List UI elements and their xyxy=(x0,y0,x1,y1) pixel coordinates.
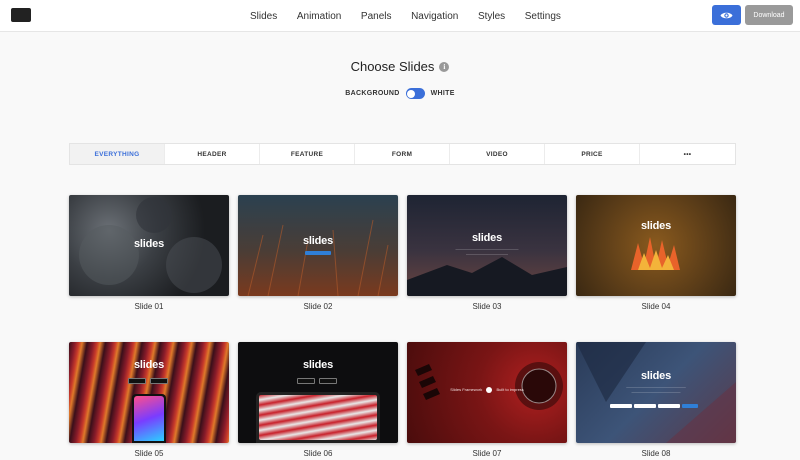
nav-slides[interactable]: Slides xyxy=(250,11,277,22)
download-button[interactable]: Download xyxy=(745,5,793,25)
slide-caption-06: Slide 06 xyxy=(303,449,333,458)
main-nav: Slides Animation Panels Navigation Style… xyxy=(250,0,581,32)
slide-caption-05: Slide 05 xyxy=(134,449,164,458)
tab-price[interactable]: PRICE xyxy=(545,144,640,164)
background-toggle[interactable] xyxy=(405,88,425,99)
flame-graphic xyxy=(631,237,680,270)
slide-card-04[interactable]: slides xyxy=(576,195,736,296)
phone-graphic xyxy=(132,394,166,443)
app-store-badge xyxy=(128,378,146,384)
slide-brand: slides xyxy=(641,220,671,232)
form-button-graphic xyxy=(682,404,698,408)
nav-settings[interactable]: Settings xyxy=(525,11,561,22)
title-row: Choose Slides i xyxy=(0,59,800,74)
slide-brand: slides xyxy=(134,238,164,250)
nav-styles[interactable]: Styles xyxy=(478,11,505,22)
tab-feature[interactable]: FEATURE xyxy=(260,144,355,164)
text-line-graphic: ———————————— xyxy=(466,252,508,256)
form-field-graphic xyxy=(610,404,632,408)
tab-video[interactable]: VIDEO xyxy=(450,144,545,164)
slide-card-08[interactable]: slides ————————————————— —————————————— xyxy=(576,342,736,443)
slide-tagline: Slides Framework Built to impress xyxy=(407,387,567,393)
nav-panels[interactable]: Panels xyxy=(361,11,392,22)
slide-caption-02: Slide 02 xyxy=(303,302,333,311)
slide-card-07[interactable]: Slides Framework Built to impress xyxy=(407,342,567,443)
slide-tagline-left: Slides Framework xyxy=(450,387,483,393)
slide-card-05[interactable]: slides xyxy=(69,342,229,443)
tab-everything[interactable]: EVERYTHING xyxy=(70,144,165,164)
text-line-graphic: —————————————— xyxy=(631,390,681,394)
slide-caption-07: Slide 07 xyxy=(472,449,502,458)
logo-icon[interactable] xyxy=(11,8,31,22)
slide-caption-03: Slide 03 xyxy=(472,302,502,311)
slide-brand: slides xyxy=(303,359,333,371)
slide-tagline-right: Built to impress xyxy=(496,387,524,393)
nav-animation[interactable]: Animation xyxy=(297,11,341,22)
background-toggle-row: BACKGROUND WHITE xyxy=(0,88,800,99)
mountain-graphic xyxy=(407,257,567,296)
nav-navigation[interactable]: Navigation xyxy=(411,11,458,22)
page-title: Choose Slides xyxy=(350,59,435,74)
slide-card-03[interactable]: slides —————————————————— ———————————— xyxy=(407,195,567,296)
slide-card-02[interactable]: slides xyxy=(238,195,398,296)
tab-more[interactable]: ••• xyxy=(640,144,735,164)
eye-icon xyxy=(720,12,733,18)
text-line-graphic: —————————————————— xyxy=(455,247,519,251)
slide-caption-01: Slide 01 xyxy=(134,302,164,311)
tab-form[interactable]: FORM xyxy=(355,144,450,164)
top-bar: Slides Animation Panels Navigation Style… xyxy=(0,0,800,32)
info-icon[interactable]: i xyxy=(439,61,450,72)
play-store-badge xyxy=(150,378,168,384)
slide-card-01[interactable]: slides xyxy=(69,195,229,296)
preview-button[interactable] xyxy=(712,5,741,25)
slide-brand: slides xyxy=(641,370,671,382)
slide-brand: slides xyxy=(472,232,502,244)
text-line-graphic: ————————————————— xyxy=(626,385,686,389)
form-field-graphic xyxy=(634,404,656,408)
toggle-label-white: WHITE xyxy=(430,90,455,97)
tablet-graphic xyxy=(256,392,380,443)
slide-caption-08: Slide 08 xyxy=(641,449,671,458)
form-field-graphic xyxy=(658,404,680,408)
slide-card-06[interactable]: slides xyxy=(238,342,398,443)
cta-button-graphic xyxy=(305,251,331,255)
app-store-badge xyxy=(297,378,315,384)
slide-caption-04: Slide 04 xyxy=(641,302,671,311)
play-store-badge xyxy=(319,378,337,384)
play-icon xyxy=(486,387,493,393)
category-tabs: EVERYTHING HEADER FEATURE FORM VIDEO PRI… xyxy=(69,143,736,165)
slide-brand: slides xyxy=(303,235,333,247)
tab-header[interactable]: HEADER xyxy=(165,144,260,164)
slide-brand: slides xyxy=(134,359,164,371)
toggle-label-background: BACKGROUND xyxy=(345,90,400,97)
